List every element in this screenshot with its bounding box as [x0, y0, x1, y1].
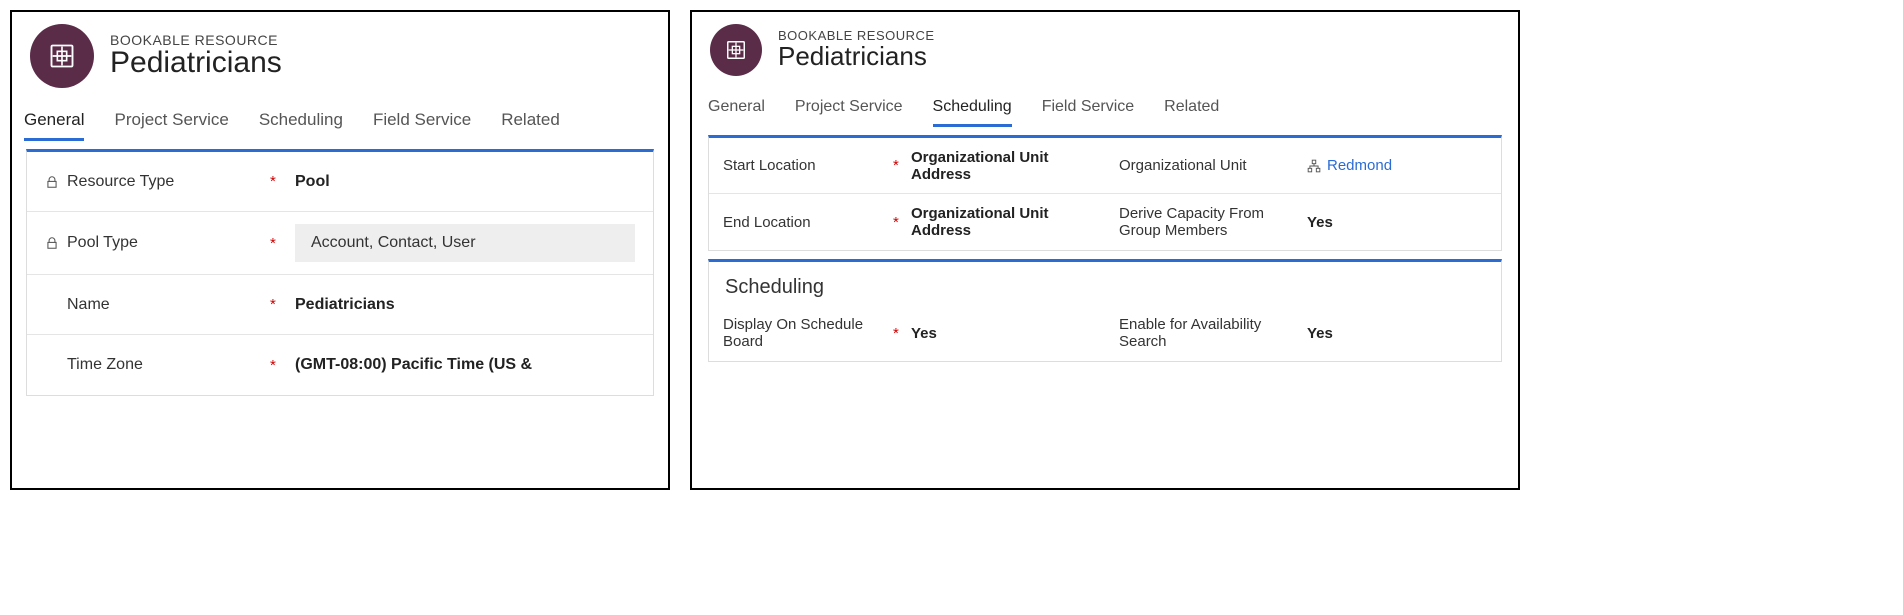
tab-related[interactable]: Related: [501, 110, 560, 141]
panel-general: BOOKABLE RESOURCE Pediatricians General …: [10, 10, 670, 490]
tab-scheduling[interactable]: Scheduling: [259, 110, 343, 141]
field-value[interactable]: Redmond: [1307, 157, 1487, 174]
label-text: Pool Type: [67, 234, 138, 252]
field-enable-availability-search: Enable for Availability Search Yes: [1105, 305, 1501, 361]
tab-project-service[interactable]: Project Service: [114, 110, 228, 141]
field-resource-type: Resource Type * Pool: [27, 152, 653, 212]
tab-general[interactable]: General: [24, 110, 84, 141]
lock-icon: [45, 175, 59, 189]
field-display-on-schedule-board: Display On Schedule Board * Yes: [709, 305, 1105, 361]
field-value[interactable]: Pediatricians: [295, 296, 635, 314]
tab-related[interactable]: Related: [1164, 98, 1219, 127]
field-label: End Location: [723, 214, 893, 231]
field-value[interactable]: Organizational Unit Address: [911, 205, 1091, 239]
section-scheduling: Scheduling Display On Schedule Board * Y…: [708, 259, 1502, 362]
required-mark: *: [893, 214, 911, 231]
tabs-left: General Project Service Scheduling Field…: [12, 92, 668, 141]
section-title: Scheduling: [709, 262, 1501, 305]
field-label: Resource Type: [45, 173, 270, 191]
field-label: Start Location: [723, 157, 893, 174]
header-text: BOOKABLE RESOURCE Pediatricians: [110, 32, 282, 80]
entity-avatar: [30, 24, 94, 88]
row-3: Display On Schedule Board * Yes Enable f…: [709, 305, 1501, 361]
row-1: Start Location * Organizational Unit Add…: [709, 138, 1501, 194]
field-start-location: Start Location * Organizational Unit Add…: [709, 138, 1105, 194]
tab-scheduling[interactable]: Scheduling: [933, 98, 1012, 127]
entity-title: Pediatricians: [778, 41, 935, 72]
entity-title: Pediatricians: [110, 46, 282, 80]
org-unit-link[interactable]: Redmond: [1327, 157, 1392, 174]
field-organizational-unit: Organizational Unit Redmond: [1105, 138, 1501, 194]
required-mark: *: [893, 325, 911, 342]
field-value[interactable]: Account, Contact, User: [295, 224, 635, 262]
header-right: BOOKABLE RESOURCE Pediatricians: [692, 12, 1518, 80]
pool-type-input[interactable]: Account, Contact, User: [295, 224, 635, 262]
label-text: Time Zone: [67, 356, 143, 374]
tab-field-service[interactable]: Field Service: [1042, 98, 1134, 127]
field-value[interactable]: Yes: [911, 325, 1091, 342]
required-mark: *: [270, 296, 295, 313]
resource-icon: [725, 39, 747, 61]
field-end-location: End Location * Organizational Unit Addre…: [709, 194, 1105, 250]
field-label: Organizational Unit: [1119, 157, 1289, 174]
field-label: Display On Schedule Board: [723, 316, 893, 350]
org-unit-icon: [1307, 159, 1321, 173]
field-pool-type: Pool Type * Account, Contact, User: [27, 212, 653, 275]
tabs-right: General Project Service Scheduling Field…: [692, 80, 1518, 127]
field-value[interactable]: Organizational Unit Address: [911, 149, 1091, 183]
field-value[interactable]: Yes: [1307, 214, 1487, 231]
required-mark: *: [270, 357, 295, 374]
row-2: End Location * Organizational Unit Addre…: [709, 194, 1501, 250]
field-value[interactable]: Pool: [295, 173, 635, 191]
field-time-zone: Time Zone * (GMT-08:00) Pacific Time (US…: [27, 335, 653, 395]
header-text: BOOKABLE RESOURCE Pediatricians: [778, 28, 935, 72]
section-location: Start Location * Organizational Unit Add…: [708, 135, 1502, 251]
tab-project-service[interactable]: Project Service: [795, 98, 903, 127]
entity-avatar: [710, 24, 762, 76]
label-text: Name: [67, 296, 110, 314]
header-left: BOOKABLE RESOURCE Pediatricians: [12, 12, 668, 92]
tab-field-service[interactable]: Field Service: [373, 110, 471, 141]
section-general: Resource Type * Pool Pool Type * Account…: [26, 149, 654, 396]
field-label: Derive Capacity From Group Members: [1119, 205, 1289, 239]
resource-icon: [48, 42, 76, 70]
field-derive-capacity: Derive Capacity From Group Members Yes: [1105, 194, 1501, 250]
field-label: Name: [45, 296, 270, 314]
lock-icon: [45, 236, 59, 250]
tab-general[interactable]: General: [708, 98, 765, 127]
label-text: Resource Type: [67, 173, 174, 191]
required-mark: *: [893, 157, 911, 174]
field-name: Name * Pediatricians: [27, 275, 653, 335]
required-mark: *: [270, 235, 295, 252]
field-label: Pool Type: [45, 234, 270, 252]
field-value[interactable]: Yes: [1307, 325, 1487, 342]
field-label: Enable for Availability Search: [1119, 316, 1289, 350]
field-value[interactable]: (GMT-08:00) Pacific Time (US &: [295, 356, 635, 374]
field-label: Time Zone: [45, 356, 270, 374]
panel-scheduling: BOOKABLE RESOURCE Pediatricians General …: [690, 10, 1520, 490]
required-mark: *: [270, 173, 295, 190]
